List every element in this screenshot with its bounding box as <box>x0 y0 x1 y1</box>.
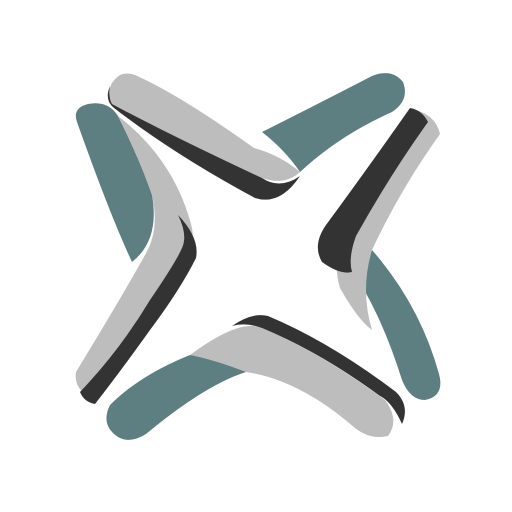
bottom-left-arm <box>106 355 246 440</box>
bottom-left-teal-band <box>106 355 246 440</box>
star-logo-icon <box>75 73 441 440</box>
logo-canvas <box>0 0 512 512</box>
